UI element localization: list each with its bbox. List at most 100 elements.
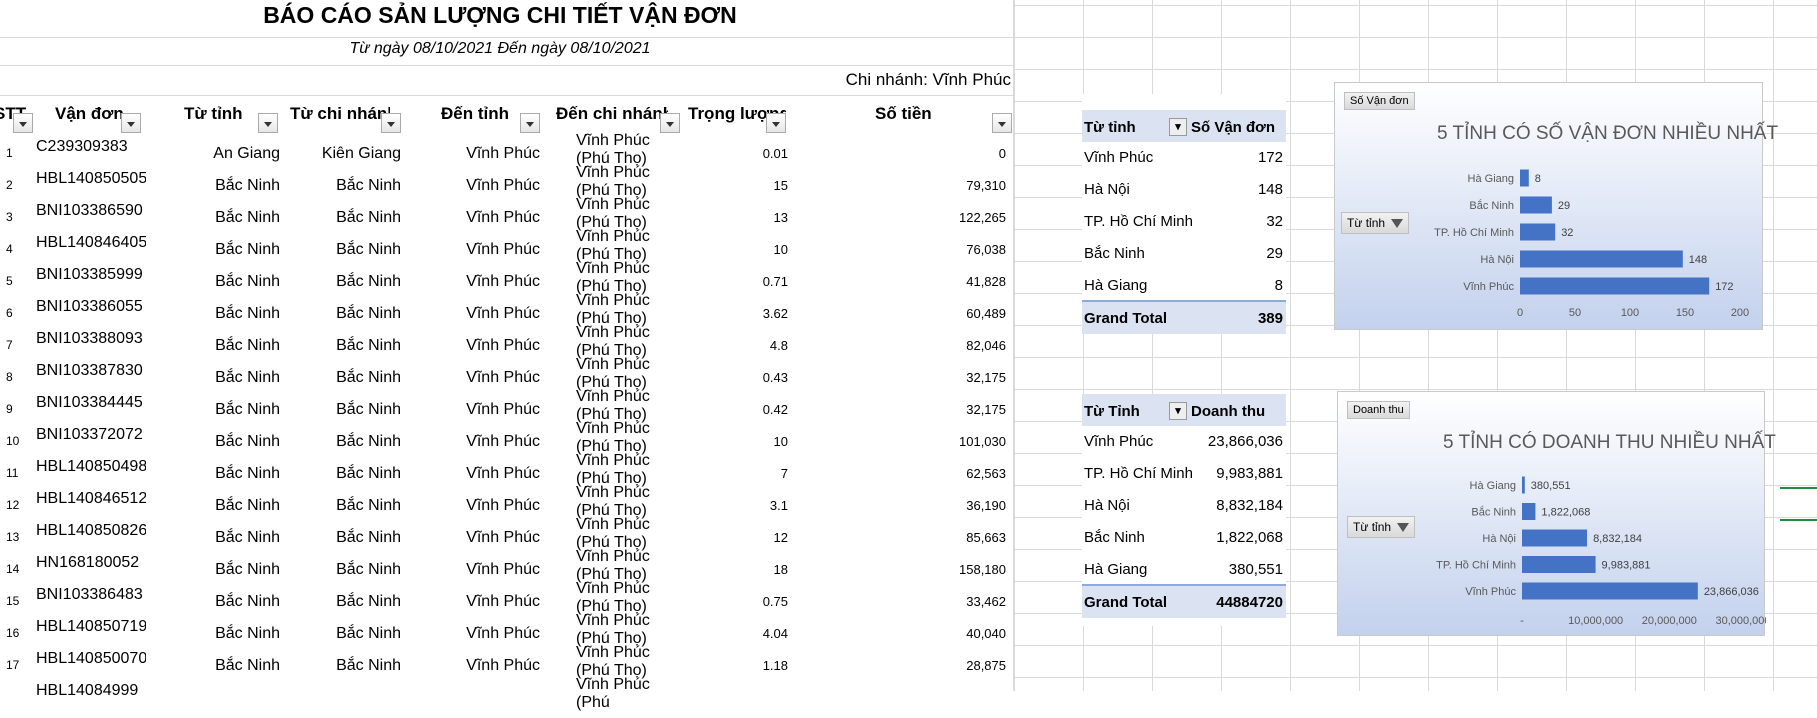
pivot-row[interactable]: Vĩnh Phúc 172 xyxy=(1082,140,1286,172)
bar-chart-svg: Hà Giang 8 Bắc Ninh 29 TP. Hồ Chí Minh 32 Hà N… xyxy=(1434,169,1749,319)
pivot-row[interactable]: Hà Nội 8,832,184 xyxy=(1082,488,1286,520)
table-row[interactable]: 14 HN168180052 Bắc Ninh Bắc Ninh Vĩnh Phúc Vĩ… xyxy=(0,548,1014,585)
filter-dropdown-so-tien[interactable] xyxy=(992,113,1012,133)
pivot-chart-so-van-don[interactable]: Số Vận đơn 5 TỈNH CÓ SỐ VẬN ĐƠN NHIỀU NH… xyxy=(1334,82,1778,330)
pivot-header: Từ Tỉnh ▾ Doanh thu xyxy=(1082,394,1286,426)
filter-dropdown-van-don[interactable] xyxy=(121,113,141,133)
table-row[interactable]: 15 BNI103386483 Bắc Ninh Bắc Ninh Vĩnh Phúc V… xyxy=(0,580,1014,617)
filter-dropdown-tu-chi-nhanh[interactable] xyxy=(381,113,401,133)
cell-tt: Bắc Ninh xyxy=(215,177,280,194)
pivot-row[interactable]: Hà Giang 380,551 xyxy=(1082,552,1286,584)
table-row[interactable]: HBL14084999 Vĩnh Phúc (Phú xyxy=(0,676,1014,713)
filter-dropdown-stt[interactable] xyxy=(13,113,33,133)
data-label: 8 xyxy=(1535,173,1541,185)
cell-vd: BNI103386483 xyxy=(36,586,143,603)
table-row[interactable]: 17 HBL140850070 Bắc Ninh Bắc Ninh Vĩnh Phúc V… xyxy=(0,644,1014,681)
cell-tl: 15 xyxy=(773,178,788,193)
category-label: Hà Nội xyxy=(1480,254,1514,266)
pivot-row[interactable]: TP. Hồ Chí Minh 9,983,881 xyxy=(1082,456,1286,488)
branch-label: Chi nhánh: Vĩnh Phúc xyxy=(845,70,1011,89)
category-label: Bắc Ninh xyxy=(1469,199,1514,212)
filter-dropdown-den-chi-nhanh[interactable] xyxy=(660,113,680,133)
table-row[interactable]: 5 BNI103385999 Bắc Ninh Bắc Ninh Vĩnh Phúc Vĩ… xyxy=(0,260,1014,297)
cell-vd: HBL140850719 xyxy=(36,618,146,635)
pivot-row[interactable]: Hà Giang 8 xyxy=(1082,268,1286,300)
pivot-row[interactable]: Bắc Ninh 29 xyxy=(1082,236,1286,268)
cell-st: 41,828 xyxy=(966,274,1006,289)
cell-stt: 2 xyxy=(6,178,13,192)
tick-label: 20,000,000 xyxy=(1642,615,1697,627)
pivot-grand-total: Grand Total 44884720 xyxy=(1082,584,1286,618)
bar xyxy=(1522,476,1525,494)
cell-tl: 1.18 xyxy=(762,658,788,673)
pivot-row[interactable]: TP. Hồ Chí Minh 32 xyxy=(1082,204,1286,236)
cell-stt: 6 xyxy=(6,306,13,320)
cell-tcn: Bắc Ninh xyxy=(336,209,401,226)
table-row[interactable]: 16 HBL140850719 Bắc Ninh Bắc Ninh Vĩnh Phúc V… xyxy=(0,612,1014,649)
table-row[interactable]: 2 HBL140850505 Bắc Ninh Bắc Ninh Vĩnh Phúc Vĩ… xyxy=(0,164,1014,201)
table-row[interactable]: 10 BNI103372072 Bắc Ninh Bắc Ninh Vĩnh Phúc V… xyxy=(0,420,1014,457)
header-den-tinh: Đến tỉnh xyxy=(441,104,509,123)
cell-tcn: Bắc Ninh xyxy=(336,241,401,258)
report-title: BÁO CÁO SẢN LƯỢNG CHI TIẾT VẬN ĐƠN xyxy=(263,2,737,28)
pivot-row-value: 1,822,068 xyxy=(1216,529,1283,546)
table-row[interactable]: 12 HBL140846512 Bắc Ninh Bắc Ninh Vĩnh Phúc V… xyxy=(0,484,1014,521)
cell-vd: C239309383 xyxy=(36,138,128,155)
pivot-row[interactable]: Vĩnh Phúc 23,866,036 xyxy=(1082,424,1286,456)
table-row[interactable]: 4 HBL140846405 Bắc Ninh Bắc Ninh Vĩnh Phúc Vĩ… xyxy=(0,228,1014,265)
cell-tl: 4.8 xyxy=(769,338,788,353)
tick-label: 10,000,000 xyxy=(1568,615,1623,627)
cell-vd: HBL140846405 xyxy=(36,234,146,251)
table-row[interactable]: 13 HBL140850826 Bắc Ninh Bắc Ninh Vĩnh Phúc V… xyxy=(0,516,1014,553)
cell-stt: 17 xyxy=(6,658,20,672)
pivot-row[interactable]: Hà Nội 148 xyxy=(1082,172,1286,204)
cell-vd: BNI103387830 xyxy=(36,362,143,379)
grand-total-label: Grand Total xyxy=(1084,310,1168,327)
table-row[interactable]: 1 C239309383 An Giang Kiên Giang Vĩnh Phúc Vĩ… xyxy=(0,132,1014,169)
filter-dropdown-tu-tinh[interactable] xyxy=(258,113,278,133)
cell-tcn: Bắc Ninh xyxy=(336,657,401,674)
table-row[interactable]: 9 BNI103384445 Bắc Ninh Bắc Ninh Vĩnh Phúc Vĩ… xyxy=(0,388,1014,425)
tick-label: 0 xyxy=(1517,307,1523,319)
bar xyxy=(1522,503,1536,520)
cell-vd: HN168180052 xyxy=(36,554,140,571)
pivot-chart-doanh-thu[interactable]: Doanh thu 5 TỈNH CÓ DOANH THU NHIỀU NHẤT… xyxy=(1337,391,1776,636)
table-row[interactable]: 7 BNI103388093 Bắc Ninh Bắc Ninh Vĩnh Phúc Vĩ… xyxy=(0,324,1014,361)
cell-tt: Bắc Ninh xyxy=(215,209,280,226)
cell-tt: Bắc Ninh xyxy=(215,433,280,450)
filter-dropdown-den-tinh[interactable] xyxy=(520,113,540,133)
table-row[interactable]: 3 BNI103386590 Bắc Ninh Bắc Ninh Vĩnh Phúc Vĩ… xyxy=(0,196,1014,233)
category-label: Vĩnh Phúc xyxy=(1463,281,1514,293)
cell-tt: Bắc Ninh xyxy=(215,305,280,322)
pivot-row-label: Hà Giang xyxy=(1084,277,1148,294)
table-row[interactable]: 6 BNI103386055 Bắc Ninh Bắc Ninh Vĩnh Phúc Vĩ… xyxy=(0,292,1014,329)
cell-tl: 0.42 xyxy=(762,402,788,417)
cell-tl: 4.04 xyxy=(762,626,788,641)
table-row[interactable]: 8 BNI103387830 Bắc Ninh Bắc Ninh Vĩnh Phúc Vĩ… xyxy=(0,356,1014,393)
tick-label: 30,000,000 xyxy=(1715,615,1766,627)
cell-dt: Vĩnh Phúc xyxy=(466,497,540,514)
filter-icon[interactable]: ▾ xyxy=(1169,402,1187,420)
cell-vd: HBL14084999 xyxy=(36,682,139,699)
gridline xyxy=(0,37,1014,38)
cell-tcn: Bắc Ninh xyxy=(336,625,401,642)
header-so-tien: Số tiền xyxy=(875,104,932,123)
pivot-header: Từ tỉnh ▾ Số Vận đơn xyxy=(1082,110,1286,142)
tick-label: 150 xyxy=(1676,307,1694,319)
cell-tt: Bắc Ninh xyxy=(215,657,280,674)
pivot-row[interactable]: Bắc Ninh 1,822,068 xyxy=(1082,520,1286,552)
cell-tcn: Bắc Ninh xyxy=(336,401,401,418)
bar xyxy=(1522,529,1588,547)
filter-dropdown-trong-luong[interactable] xyxy=(766,113,786,133)
cell-dt: Vĩnh Phúc xyxy=(466,593,540,610)
filter-icon[interactable]: ▾ xyxy=(1169,118,1187,136)
header-tu-chi-nhanh: Từ chi nhánh xyxy=(290,104,390,123)
category-label: Vĩnh Phúc xyxy=(1465,586,1516,598)
cell-vd: BNI103385999 xyxy=(36,266,143,283)
grand-total-value: 389 xyxy=(1257,310,1283,327)
cell-tcn: Bắc Ninh xyxy=(336,465,401,482)
data-label: 29 xyxy=(1558,200,1570,212)
cell-tt: Bắc Ninh xyxy=(215,593,280,610)
table-row[interactable]: 11 HBL140850498 Bắc Ninh Bắc Ninh Vĩnh Phúc V… xyxy=(0,452,1014,489)
cell-vd: HBL140850498 xyxy=(36,458,146,475)
